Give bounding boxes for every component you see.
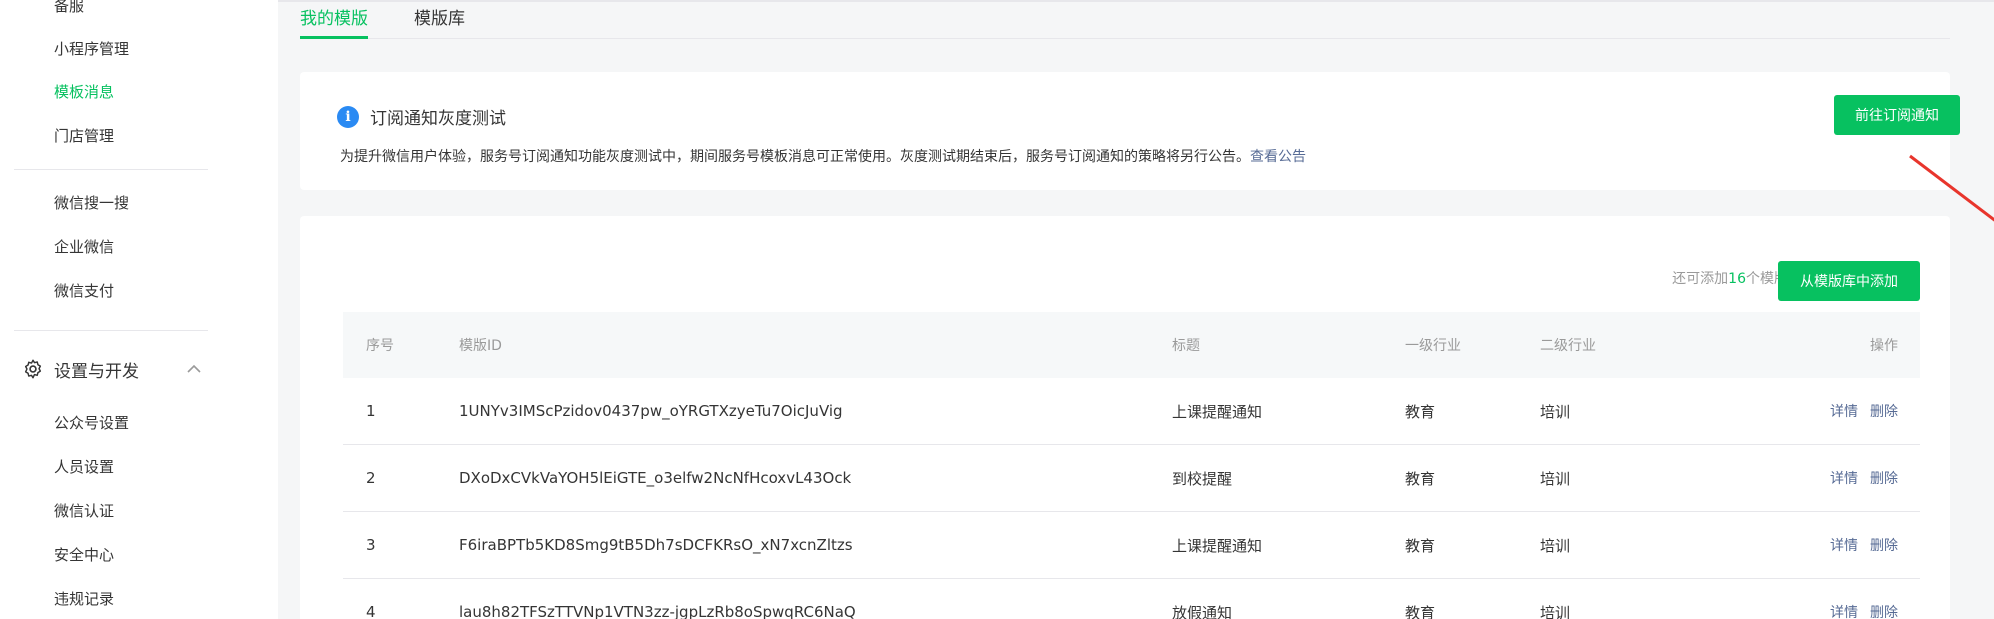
header-no: 序号: [366, 338, 394, 354]
sidebar-item-verification[interactable]: 微信认证: [54, 499, 114, 523]
row-title: 上课提醒通知: [1172, 402, 1263, 421]
row-template-id: lau8h82TFSzTTVNp1VTN3zz-jgpLzRb8oSpwqRC6…: [459, 603, 856, 619]
sidebar-item-weixin-search[interactable]: 微信搜一搜: [54, 191, 129, 215]
detail-link[interactable]: 详情: [1830, 468, 1858, 488]
sidebar-item-security[interactable]: 安全中心: [54, 543, 114, 567]
sidebar-item-miniprogram[interactable]: 小程序管理: [54, 37, 129, 61]
detail-link[interactable]: 详情: [1830, 602, 1858, 619]
row-industry-1: 教育: [1405, 402, 1436, 421]
sidebar-item-violations[interactable]: 违规记录: [54, 587, 114, 611]
add-from-library-button[interactable]: 从模版库中添加: [1778, 261, 1920, 301]
header-industry-2: 二级行业: [1540, 338, 1596, 354]
tab-template-library[interactable]: 模版库: [414, 7, 465, 39]
chevron-up-icon: [187, 364, 201, 373]
quota-prefix: 还可添加: [1672, 271, 1729, 287]
row-no: 1: [366, 402, 376, 420]
row-title: 放假通知: [1172, 603, 1233, 619]
sidebar-item-account-settings[interactable]: 公众号设置: [54, 411, 129, 435]
notice-description: 为提升微信用户体验，服务号订阅通知功能灰度测试中，期间服务号模板消息可正常使用。…: [340, 146, 1306, 166]
sidebar-divider: [14, 330, 208, 331]
sidebar-section-title: 设置与开发: [54, 361, 139, 382]
row-no: 3: [366, 536, 376, 554]
sidebar-item-weixin-pay[interactable]: 微信支付: [54, 279, 114, 303]
row-industry-2: 培训: [1540, 402, 1571, 421]
sidebar-item-service[interactable]: 备服: [54, 0, 84, 18]
table-row: 3 F6iraBPTb5KD8Smg9tB5Dh7sDCFKRsO_xN7xcn…: [343, 512, 1920, 579]
table-header: 序号 模版ID 标题 一级行业 二级行业 操作: [343, 312, 1920, 378]
gear-icon: [24, 359, 42, 379]
row-title: 上课提醒通知: [1172, 536, 1263, 555]
notice-title: 订阅通知灰度测试: [370, 109, 506, 129]
header-title: 标题: [1172, 338, 1200, 354]
row-industry-2: 培训: [1540, 469, 1571, 488]
quota-text: 还可添加16个模版: [1672, 268, 1788, 288]
delete-link[interactable]: 删除: [1870, 401, 1898, 421]
row-actions: 详情 删除: [1830, 512, 1898, 578]
delete-link[interactable]: 删除: [1870, 602, 1898, 619]
sidebar-item-work-weixin[interactable]: 企业微信: [54, 235, 114, 259]
notice-panel: i 订阅通知灰度测试 为提升微信用户体验，服务号订阅通知功能灰度测试中，期间服务…: [300, 72, 1960, 190]
row-template-id: F6iraBPTb5KD8Smg9tB5Dh7sDCFKRsO_xN7xcnZl…: [459, 536, 853, 554]
detail-link[interactable]: 详情: [1830, 401, 1858, 421]
header-actions: 操作: [1870, 338, 1898, 354]
delete-link[interactable]: 删除: [1870, 535, 1898, 555]
go-subscription-button[interactable]: 前往订阅通知: [1834, 95, 1960, 135]
sidebar-item-members[interactable]: 人员设置: [54, 455, 114, 479]
row-no: 2: [366, 469, 376, 487]
info-icon: i: [337, 106, 359, 128]
table-row: 2 DXoDxCVkVaYOH5lEiGTE_o3elfw2NcNfHcoxvL…: [343, 445, 1920, 512]
delete-link[interactable]: 删除: [1870, 468, 1898, 488]
row-industry-1: 教育: [1405, 603, 1436, 619]
row-actions: 详情 删除: [1830, 445, 1898, 511]
detail-link[interactable]: 详情: [1830, 535, 1858, 555]
sidebar-item-template-message[interactable]: 模板消息: [54, 80, 114, 104]
tab-my-templates[interactable]: 我的模版: [300, 7, 368, 39]
tab-bar: 我的模版 模版库: [300, 0, 1950, 39]
quota-count: 16: [1728, 271, 1746, 287]
row-actions: 详情 删除: [1830, 378, 1898, 444]
table-row: 1 1UNYv3IMScPzidov0437pw_oYRGTXzyeTu7Oic…: [343, 378, 1920, 445]
sidebar-item-store[interactable]: 门店管理: [54, 124, 114, 148]
row-industry-1: 教育: [1405, 469, 1436, 488]
main-content: 我的模版 模版库 i 订阅通知灰度测试 为提升微信用户体验，服务号订阅通知功能灰…: [278, 0, 1994, 619]
row-no: 4: [366, 603, 376, 619]
row-template-id: DXoDxCVkVaYOH5lEiGTE_o3elfw2NcNfHcoxvL43…: [459, 469, 852, 487]
row-actions: 详情 删除: [1830, 579, 1898, 619]
sidebar-section-settings[interactable]: 设置与开发: [22, 354, 208, 384]
templates-card: 还可添加16个模版 从模版库中添加 序号 模版ID 标题 一级行业 二级行业 操…: [300, 216, 1950, 619]
templates-table: 序号 模版ID 标题 一级行业 二级行业 操作 1 1UNYv3IMScPzid…: [343, 312, 1920, 619]
sidebar-divider: [14, 169, 208, 170]
sidebar: 备服 小程序管理 模板消息 门店管理 微信搜一搜 企业微信 微信支付 设置与开发…: [0, 0, 278, 619]
row-industry-1: 教育: [1405, 536, 1436, 555]
header-industry-1: 一级行业: [1405, 338, 1461, 354]
notice-text: 为提升微信用户体验，服务号订阅通知功能灰度测试中，期间服务号模板消息可正常使用。…: [340, 149, 1250, 165]
row-industry-2: 培训: [1540, 536, 1571, 555]
row-title: 到校提醒: [1172, 469, 1233, 488]
table-row: 4 lau8h82TFSzTTVNp1VTN3zz-jgpLzRb8oSpwqR…: [343, 579, 1920, 619]
row-industry-2: 培训: [1540, 603, 1571, 619]
header-template-id: 模版ID: [459, 338, 502, 354]
view-announcement-link[interactable]: 查看公告: [1250, 149, 1306, 165]
row-template-id: 1UNYv3IMScPzidov0437pw_oYRGTXzyeTu7OicJu…: [459, 402, 843, 420]
